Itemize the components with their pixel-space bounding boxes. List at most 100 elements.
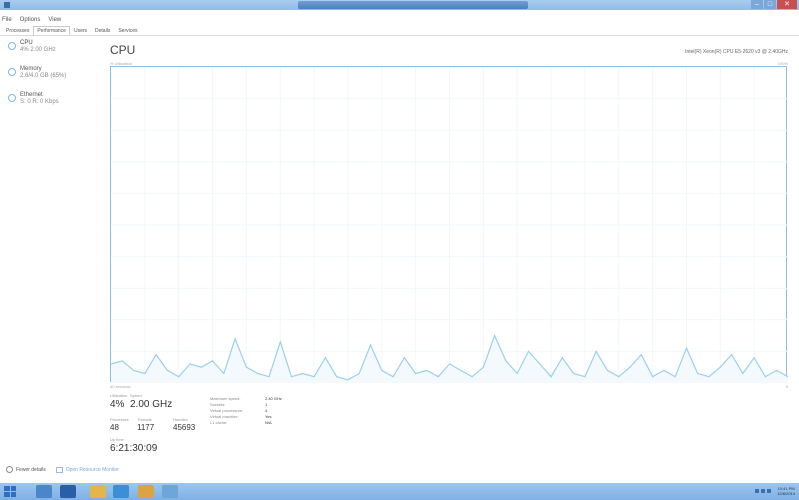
fewer-details-button[interactable]: Fewer details (6, 466, 46, 473)
page-title: CPU (110, 43, 136, 57)
handles-value: 45693 (173, 423, 196, 432)
cpu-data-point (336, 376, 338, 378)
maximize-button[interactable]: □ (764, 0, 776, 9)
menu-options[interactable]: Options (20, 15, 41, 25)
cpu-data-point (155, 354, 157, 356)
window-controls: – □ ✕ (750, 0, 797, 9)
threads-value: 1177 (137, 423, 155, 432)
cpu-data-point (764, 376, 767, 378)
cpu-data-point (776, 369, 778, 371)
title-bar-center (298, 1, 528, 9)
tab-processes[interactable]: Processes (2, 26, 33, 35)
cpu-data-point (415, 372, 417, 375)
resource-sidebar: CPU 4% 2.00 GHz Memory 2.6/4.0 GB (65%) … (6, 40, 101, 118)
cpu-data-point (539, 363, 541, 365)
cpu-data-point (550, 376, 552, 378)
detail-value: 1 (265, 402, 268, 407)
cpu-data-point (144, 372, 146, 375)
sidebar-item-label: CPU (20, 40, 33, 46)
resource-monitor-icon (55, 466, 63, 473)
cpu-data-point (257, 372, 259, 375)
uptime-value: 6:21:30:09 (110, 443, 158, 454)
cpu-data-point (268, 376, 270, 378)
cpu-data-point (719, 366, 721, 368)
cpu-graph-svg (111, 67, 788, 383)
cpu-data-point (324, 357, 326, 359)
cpu-data-point (584, 376, 586, 378)
open-resource-monitor-label: Open Resource Monitor (65, 466, 119, 473)
cpu-data-point (211, 360, 214, 362)
cpu-data-point (595, 350, 597, 352)
detail-label: Sockets: (210, 402, 226, 407)
cpu-data-point (708, 376, 710, 378)
graph-label-min: 0 (785, 384, 788, 389)
close-button[interactable]: ✕ (777, 0, 797, 9)
speed-label: Speed (130, 393, 142, 398)
cpu-data-point (200, 366, 202, 368)
file-explorer-icon[interactable] (90, 485, 106, 498)
menu-view[interactable]: View (48, 15, 61, 25)
graph-label-duration: 60 seconds (110, 384, 131, 389)
sidebar-item-label: Memory (20, 66, 42, 72)
processes-label: Processes (110, 417, 129, 422)
cpu-data-point (674, 376, 676, 378)
uptime-label: Up time (110, 437, 124, 442)
sidebar-item-cpu[interactable]: CPU 4% 2.00 GHz (6, 40, 101, 66)
cpu-data-point (561, 357, 563, 359)
cpu-data-point (189, 363, 191, 365)
internet-explorer-icon[interactable] (113, 485, 129, 498)
cpu-data-point (121, 360, 123, 362)
app-icon[interactable] (138, 485, 154, 498)
tray-icons[interactable] (755, 489, 772, 493)
cpu-data-point (629, 366, 631, 368)
cpu-data-point (460, 369, 462, 371)
processes-value: 48 (110, 423, 119, 432)
minimize-button[interactable]: – (751, 0, 763, 9)
start-button[interactable] (4, 486, 16, 497)
powershell-icon[interactable] (60, 485, 76, 498)
cpu-data-point (392, 376, 394, 378)
cpu-data-point (403, 357, 405, 359)
cpu-data-point (437, 376, 439, 378)
cpu-data-point (166, 369, 168, 371)
cpu-data-point (527, 350, 530, 352)
handles-label: Handles (173, 417, 188, 422)
title-bar: – □ ✕ (0, 0, 799, 10)
sidebar-item-sub: 2.6/4.0 GB (65%) (20, 73, 67, 79)
sidebar-item-ethernet[interactable]: Ethernet S: 0 R: 0 Kbps (6, 92, 101, 118)
cpu-data-point (663, 369, 665, 371)
detail-label: L1 cache: (210, 420, 228, 425)
detail-value: Yes (265, 414, 272, 419)
taskbar: 10:41 PM 12/8/2014 (0, 483, 799, 500)
cpu-data-point (494, 335, 496, 337)
cpu-data-point (426, 369, 428, 371)
sidebar-item-memory[interactable]: Memory 2.6/4.0 GB (65%) (6, 66, 101, 92)
cpu-data-point (133, 369, 135, 371)
tab-performance[interactable]: Performance (33, 26, 70, 35)
cpu-data-point (640, 354, 642, 356)
detail-label: Maximum speed: (210, 396, 241, 401)
cpu-data-point (685, 347, 688, 349)
memory-graph-icon (8, 68, 16, 76)
sidebar-item-sub: S: 0 R: 0 Kbps (20, 99, 59, 105)
cpu-data-point (290, 376, 293, 378)
server-manager-icon[interactable] (36, 485, 52, 498)
open-resource-monitor-link[interactable]: Open Resource Monitor (55, 466, 119, 473)
cpu-data-point (742, 372, 744, 375)
task-manager-icon[interactable] (162, 485, 178, 498)
ethernet-graph-icon (8, 94, 16, 102)
cpu-data-point (178, 376, 180, 378)
detail-value: 2.40 GHz (265, 396, 282, 401)
threads-label: Threads (137, 417, 152, 422)
tab-services[interactable]: Services (114, 26, 141, 35)
tab-users[interactable]: Users (70, 26, 91, 35)
menu-file[interactable]: File (2, 15, 12, 25)
speed-value: 2.00 GHz (130, 399, 173, 410)
cpu-data-point (573, 372, 575, 375)
sidebar-item-label: Ethernet (20, 92, 43, 98)
tab-details[interactable]: Details (91, 26, 114, 35)
detail-value: 4 (265, 408, 268, 413)
cpu-data-point (753, 357, 755, 359)
chevron-up-icon (6, 466, 13, 473)
clock[interactable]: 10:41 PM 12/8/2014 (777, 486, 795, 496)
